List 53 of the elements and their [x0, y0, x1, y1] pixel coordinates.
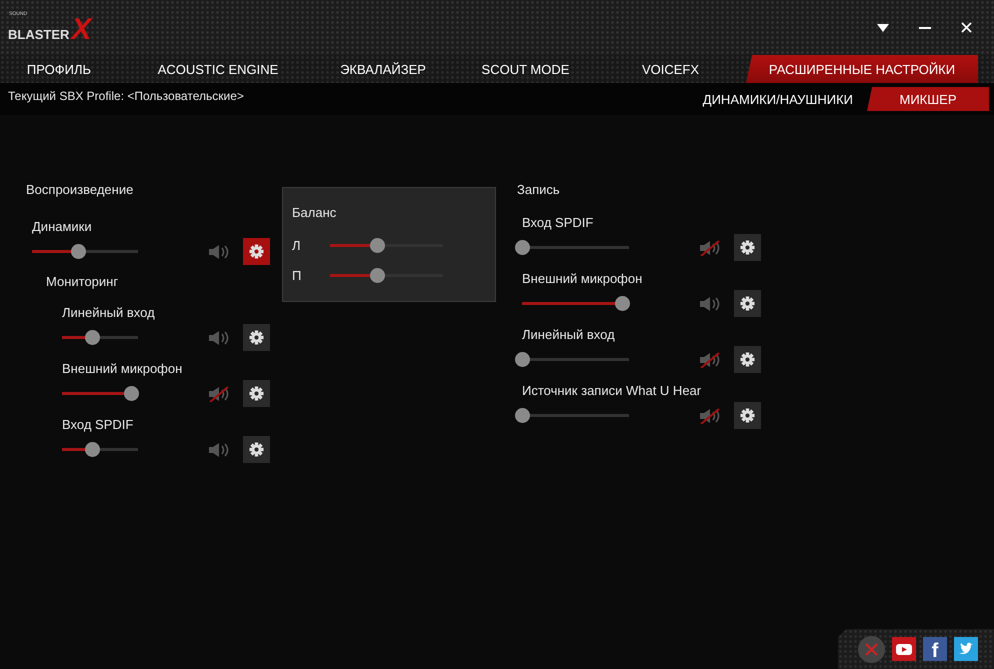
section-title: Мониторинг: [45, 274, 118, 291]
settings-button[interactable]: [734, 234, 761, 261]
close-icon[interactable]: [961, 22, 972, 33]
tab[interactable]: ACOUSTIC ENGINE: [118, 55, 318, 83]
muted-speaker-icon[interactable]: [699, 240, 722, 256]
device-label: Линейный вход: [62, 304, 155, 322]
settings-button[interactable]: [734, 346, 761, 373]
speaker-icon[interactable]: [208, 330, 231, 346]
gear-icon: [249, 442, 264, 457]
tab[interactable]: ПРОФИЛЬ: [0, 55, 118, 83]
gear-icon: [740, 408, 755, 423]
gear-icon: [249, 244, 264, 259]
profile-label: Текущий SBX Profile: <Пользовательские>: [7, 88, 244, 103]
settings-button[interactable]: [243, 380, 270, 407]
muted-speaker-icon[interactable]: [699, 352, 722, 368]
tab[interactable]: SCOUT MODE: [448, 55, 603, 83]
gear-icon: [740, 352, 755, 367]
speaker-icon[interactable]: [208, 244, 231, 260]
settings-button[interactable]: [243, 238, 270, 265]
gear-icon: [740, 240, 755, 255]
device-label: Динамики: [32, 218, 92, 236]
tab[interactable]: VOICEFX: [603, 55, 738, 83]
bird-icon[interactable]: [954, 637, 978, 661]
device-label: Внешний микрофон: [62, 360, 182, 378]
settings-button[interactable]: [734, 402, 761, 429]
facebook-button[interactable]: f: [923, 637, 947, 661]
tab[interactable]: ЭКВАЛАЙЗЕР: [318, 55, 448, 83]
device-label: Линейный вход: [522, 326, 615, 344]
settings-button[interactable]: [243, 324, 270, 351]
speaker-icon[interactable]: [699, 296, 722, 312]
minimize-icon[interactable]: [919, 26, 931, 28]
muted-speaker-icon[interactable]: [699, 408, 722, 424]
channel-label: Л: [292, 238, 302, 252]
subtab[interactable]: ДИНАМИКИ/НАУШНИКИ: [688, 87, 867, 111]
tab[interactable]: РАСШИРЕННЫЕ НАСТРОЙКИ: [746, 55, 978, 83]
gear-icon: [740, 296, 755, 311]
device-label: Источник записи What U Hear: [522, 382, 702, 400]
gear-icon: [249, 330, 264, 345]
dropdown-icon[interactable]: [877, 24, 889, 32]
settings-button[interactable]: [243, 436, 270, 463]
popup-title: Баланс: [292, 205, 338, 220]
play-icon[interactable]: [892, 637, 916, 661]
section-title: Запись: [517, 182, 560, 199]
channel-label: П: [292, 268, 302, 282]
gear-icon: [249, 386, 264, 401]
device-label: Вход SPDIF: [522, 214, 594, 232]
device-label: Внешний микрофон: [522, 270, 642, 288]
muted-speaker-icon[interactable]: [208, 386, 231, 402]
device-label: Вход SPDIF: [62, 416, 134, 434]
subtab[interactable]: МИКШЕР: [867, 87, 989, 111]
section-title: Воспроизведение: [26, 182, 134, 199]
settings-button[interactable]: [734, 290, 761, 317]
speaker-icon[interactable]: [208, 442, 231, 458]
